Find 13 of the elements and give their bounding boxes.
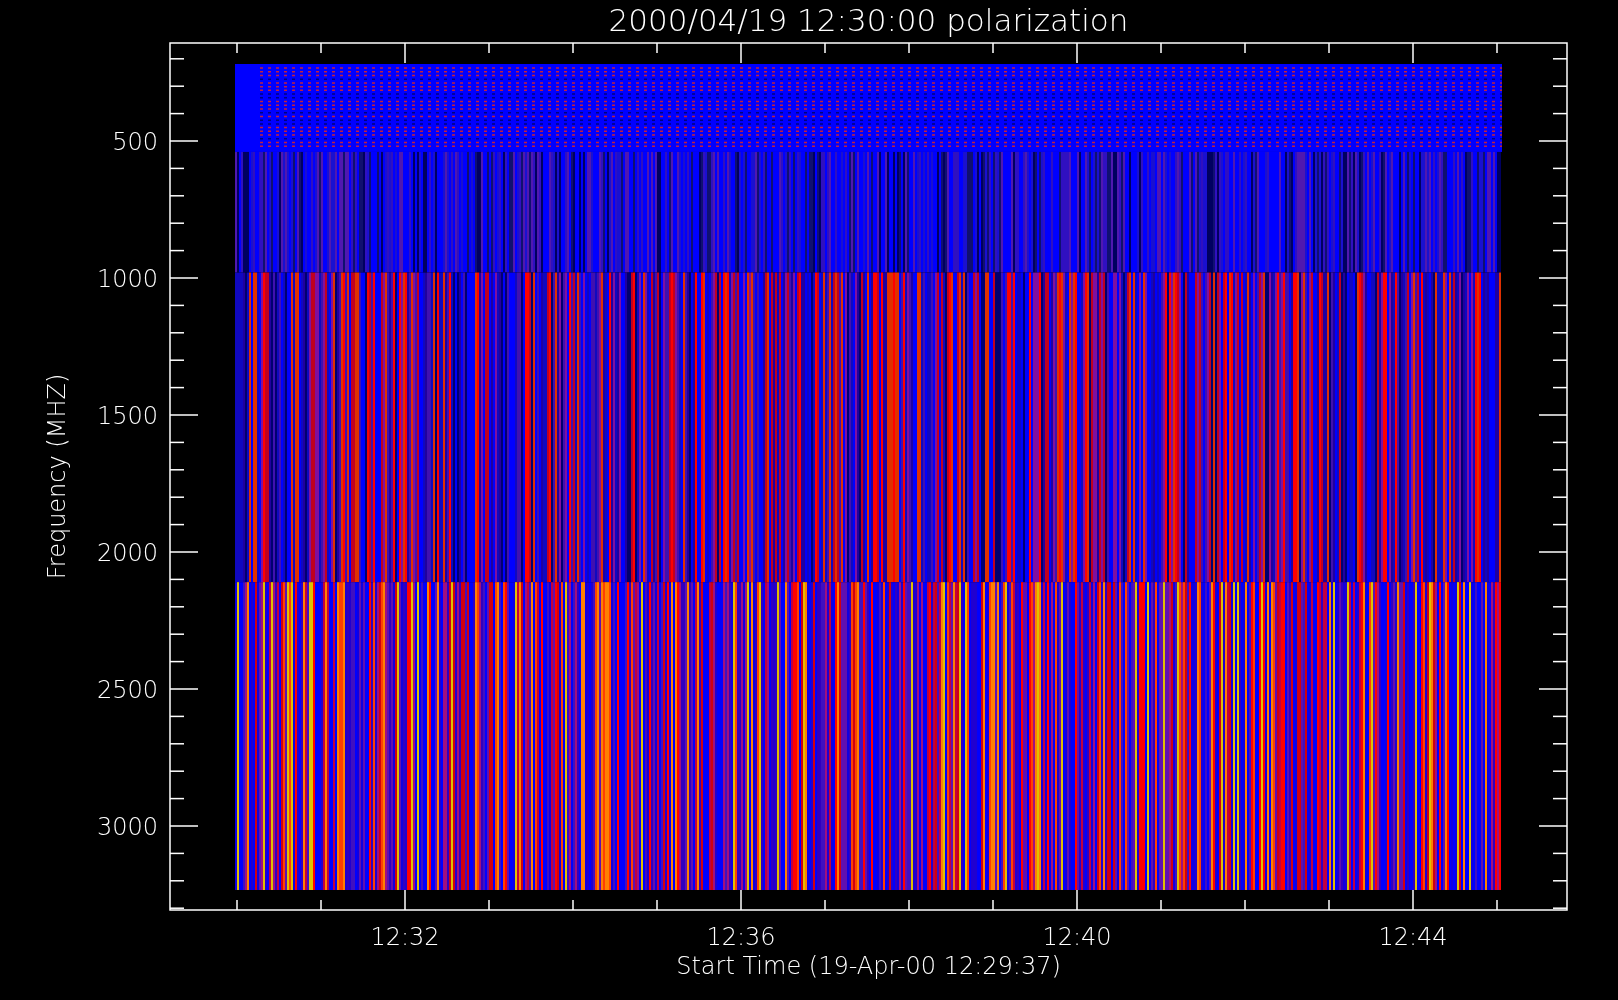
y-tick-label: 2500 [96,676,158,704]
plot-title: 2000/04/19 12:30:00 polarization [608,2,1129,38]
x-tick-label: 12:40 [1042,923,1112,951]
x-tick-label: 12:36 [706,923,776,951]
y-tick-label: 500 [112,128,158,156]
x-tick-label: 12:32 [370,923,440,951]
y-axis-label: Frequency (MHZ) [43,373,71,580]
y-tick-label: 1500 [96,402,158,430]
y-tick-label: 2000 [96,539,158,567]
y-tick-label: 3000 [96,813,158,841]
x-axis-label: Start Time (19-Apr-00 12:29:37) [676,952,1061,980]
y-tick-label: 1000 [96,265,158,293]
x-tick-label: 12:44 [1378,923,1448,951]
